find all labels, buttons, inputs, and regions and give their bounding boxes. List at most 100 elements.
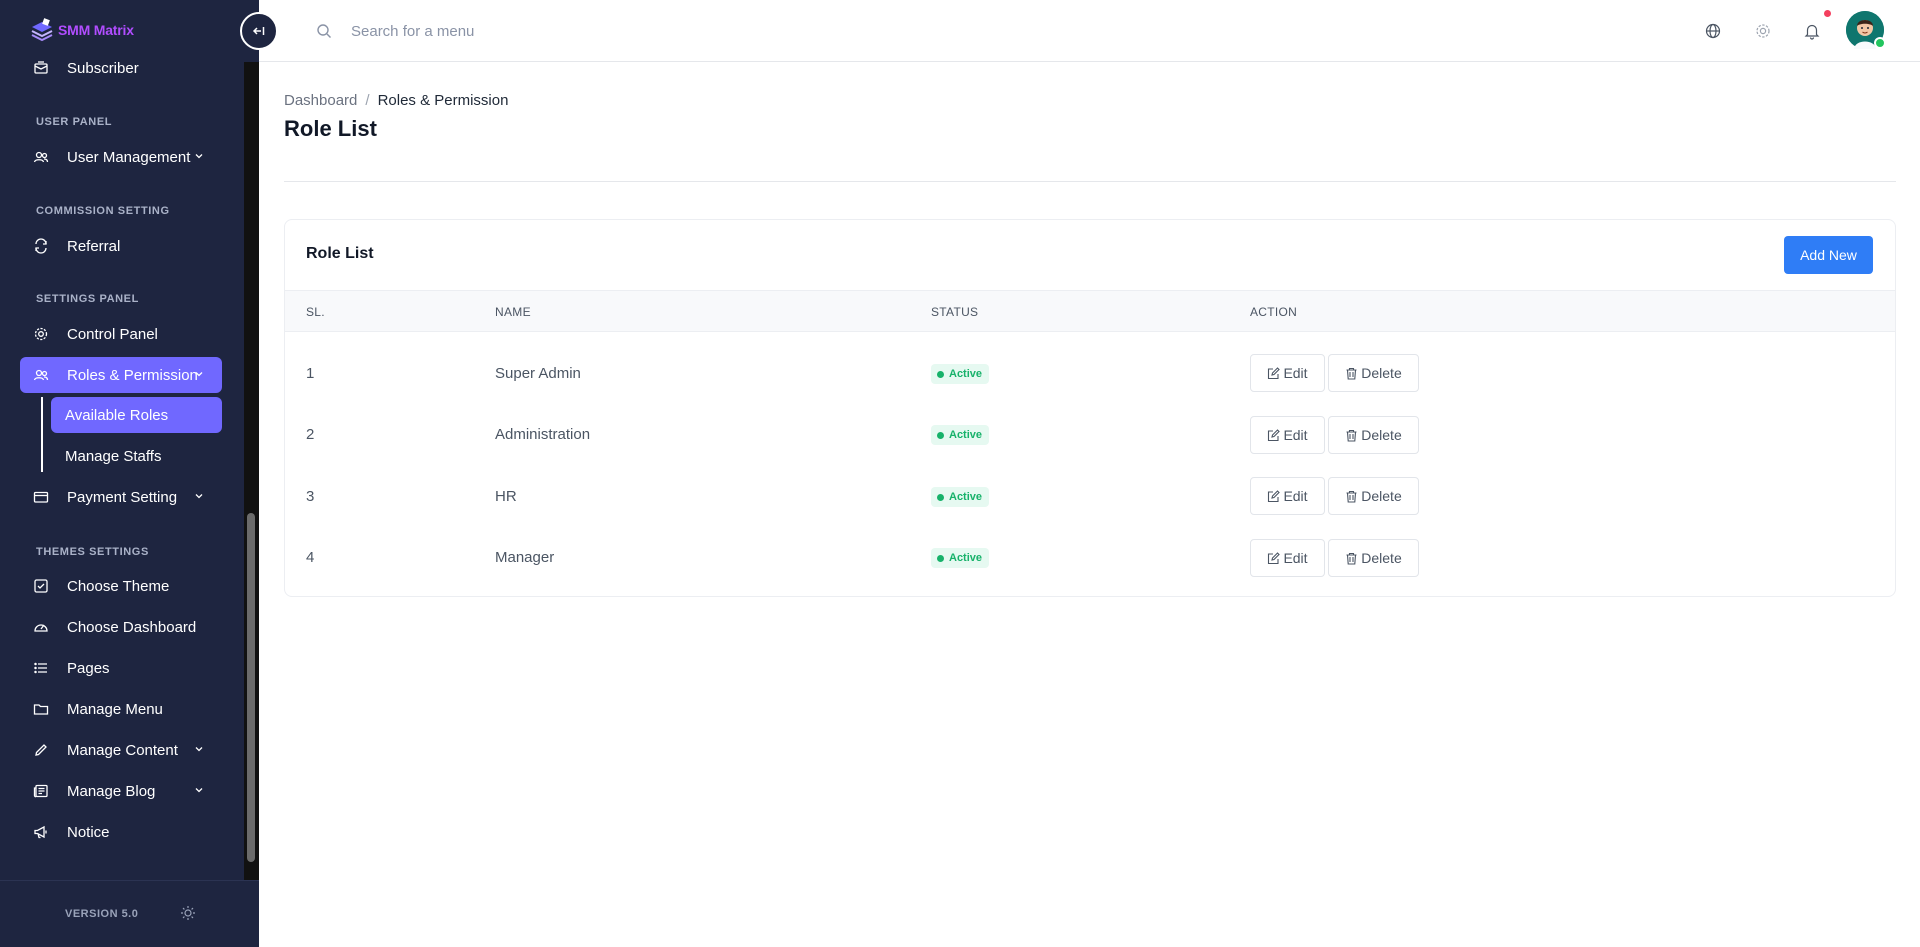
delete-button[interactable]: Delete xyxy=(1328,539,1419,577)
submenu-guide-line xyxy=(41,397,43,472)
chevron-down-icon xyxy=(195,747,203,752)
status-text: Active xyxy=(949,368,983,380)
section-title-settings-panel: SETTINGS PANEL xyxy=(36,293,139,305)
search-input[interactable] xyxy=(351,18,751,44)
page-divider xyxy=(284,181,1896,182)
sidebar-item-pages[interactable]: Pages xyxy=(20,650,222,686)
cell-sl: 1 xyxy=(306,365,315,382)
edit-icon xyxy=(1268,489,1281,502)
sidebar-scrollbar-thumb[interactable] xyxy=(247,513,255,862)
sidebar-item-label: Manage Blog xyxy=(67,782,156,800)
status-text: Active xyxy=(949,552,983,564)
delete-button[interactable]: Delete xyxy=(1328,354,1419,392)
speedometer-icon xyxy=(33,619,49,635)
users-icon xyxy=(33,149,49,165)
list-icon xyxy=(33,660,49,676)
edit-label: Edit xyxy=(1283,365,1308,381)
gear-icon xyxy=(33,326,49,342)
sidebar-item-notice[interactable]: Notice xyxy=(20,814,222,850)
sidebar-item-label: Notice xyxy=(67,823,110,841)
bell-icon[interactable] xyxy=(1803,22,1821,40)
edit-label: Edit xyxy=(1283,427,1308,443)
app-name: SMM Matrix xyxy=(58,22,134,38)
chevron-down-icon xyxy=(195,154,203,159)
trash-icon xyxy=(1346,552,1357,565)
column-header-status: STATUS xyxy=(931,305,979,319)
sidebar-item-label: Manage Staffs xyxy=(65,447,162,465)
cell-name: Manager xyxy=(495,549,555,566)
sidebar-item-manage-menu[interactable]: Manage Menu xyxy=(20,691,222,727)
sidebar-item-label: User Management xyxy=(67,148,191,166)
sidebar-item-label: Manage Menu xyxy=(67,700,163,718)
edit-button[interactable]: Edit xyxy=(1250,539,1325,577)
column-header-sl: SL. xyxy=(306,305,325,319)
sidebar-scroll-area: SMM Matrix Subscriber USER PANEL User Ma… xyxy=(0,0,244,880)
delete-label: Delete xyxy=(1361,365,1402,381)
delete-button[interactable]: Delete xyxy=(1328,416,1419,454)
sidebar-item-choose-theme[interactable]: Choose Theme xyxy=(20,568,222,604)
sidebar-item-manage-blog[interactable]: Manage Blog xyxy=(20,773,222,809)
sidebar-item-user-management[interactable]: User Management xyxy=(20,139,222,175)
page-title: Role List xyxy=(284,116,377,141)
sidebar-item-label: Referral xyxy=(67,237,121,255)
globe-icon[interactable] xyxy=(1704,22,1722,40)
sidebar-item-choose-dashboard[interactable]: Choose Dashboard xyxy=(20,609,222,645)
newspaper-icon xyxy=(33,783,49,799)
sidebar-item-label: Pages xyxy=(67,659,110,677)
breadcrumb-home-link[interactable]: Dashboard xyxy=(284,92,357,109)
sidebar-item-manage-content[interactable]: Manage Content xyxy=(20,732,222,768)
sidebar-item-label: Payment Setting xyxy=(67,488,178,506)
sidebar-item-subscriber[interactable]: Subscriber xyxy=(20,50,222,86)
status-text: Active xyxy=(949,429,983,441)
edit-icon xyxy=(1268,551,1281,564)
status-dot xyxy=(937,493,944,501)
cell-name: HR xyxy=(495,488,517,505)
collapse-arrow-icon xyxy=(252,27,265,35)
edit-label: Edit xyxy=(1283,550,1308,566)
subscriber-icon xyxy=(33,60,49,76)
sun-icon[interactable] xyxy=(180,905,196,921)
cell-sl: 3 xyxy=(306,488,315,505)
status-text: Active xyxy=(949,491,983,503)
sidebar-subitem-manage-staffs[interactable]: Manage Staffs xyxy=(51,438,222,474)
breadcrumb: Dashboard / Roles & Permission xyxy=(284,92,508,109)
card-title: Role List xyxy=(306,245,374,262)
refresh-icon xyxy=(33,238,49,254)
settings-gear-icon[interactable] xyxy=(1754,22,1772,40)
status-dot xyxy=(937,370,944,378)
trash-icon xyxy=(1346,490,1357,503)
search-icon xyxy=(317,24,331,38)
role-list-card xyxy=(284,219,1896,597)
status-badge: Active xyxy=(931,548,990,568)
chevron-down-icon xyxy=(195,788,203,793)
sidebar-item-label: Control Panel xyxy=(67,325,158,343)
sidebar-item-label: Manage Content xyxy=(67,741,178,759)
sidebar-item-payment-setting[interactable]: Payment Setting xyxy=(20,479,222,515)
sidebar-item-referral[interactable]: Referral xyxy=(20,228,222,264)
column-header-action: ACTION xyxy=(1250,305,1298,319)
delete-button[interactable]: Delete xyxy=(1328,477,1419,515)
edit-button[interactable]: Edit xyxy=(1250,354,1325,392)
sidebar-collapse-button[interactable] xyxy=(240,12,278,50)
section-title-user-panel: USER PANEL xyxy=(36,116,113,128)
sidebar-item-roles-permission[interactable]: Roles & Permission xyxy=(20,357,222,393)
version-label: VERSION 5.0 xyxy=(65,908,139,920)
app-logo[interactable]: SMM Matrix xyxy=(28,17,134,43)
sidebar-subitem-available-roles[interactable]: Available Roles xyxy=(51,397,222,433)
logo-icon xyxy=(31,18,53,42)
status-badge: Active xyxy=(931,364,990,384)
checkbox-icon xyxy=(33,578,49,594)
edit-icon xyxy=(1268,428,1281,441)
sidebar-item-control-panel[interactable]: Control Panel xyxy=(20,316,222,352)
edit-button[interactable]: Edit xyxy=(1250,416,1325,454)
cell-sl: 2 xyxy=(306,426,315,443)
pencil-icon xyxy=(33,742,49,758)
online-status-indicator xyxy=(1874,37,1886,49)
chevron-down-icon xyxy=(195,372,203,377)
status-badge: Active xyxy=(931,425,990,445)
users-icon xyxy=(33,367,49,383)
add-new-button[interactable]: Add New xyxy=(1784,236,1873,274)
trash-icon xyxy=(1346,429,1357,442)
edit-button[interactable]: Edit xyxy=(1250,477,1325,515)
notification-dot xyxy=(1824,10,1831,17)
